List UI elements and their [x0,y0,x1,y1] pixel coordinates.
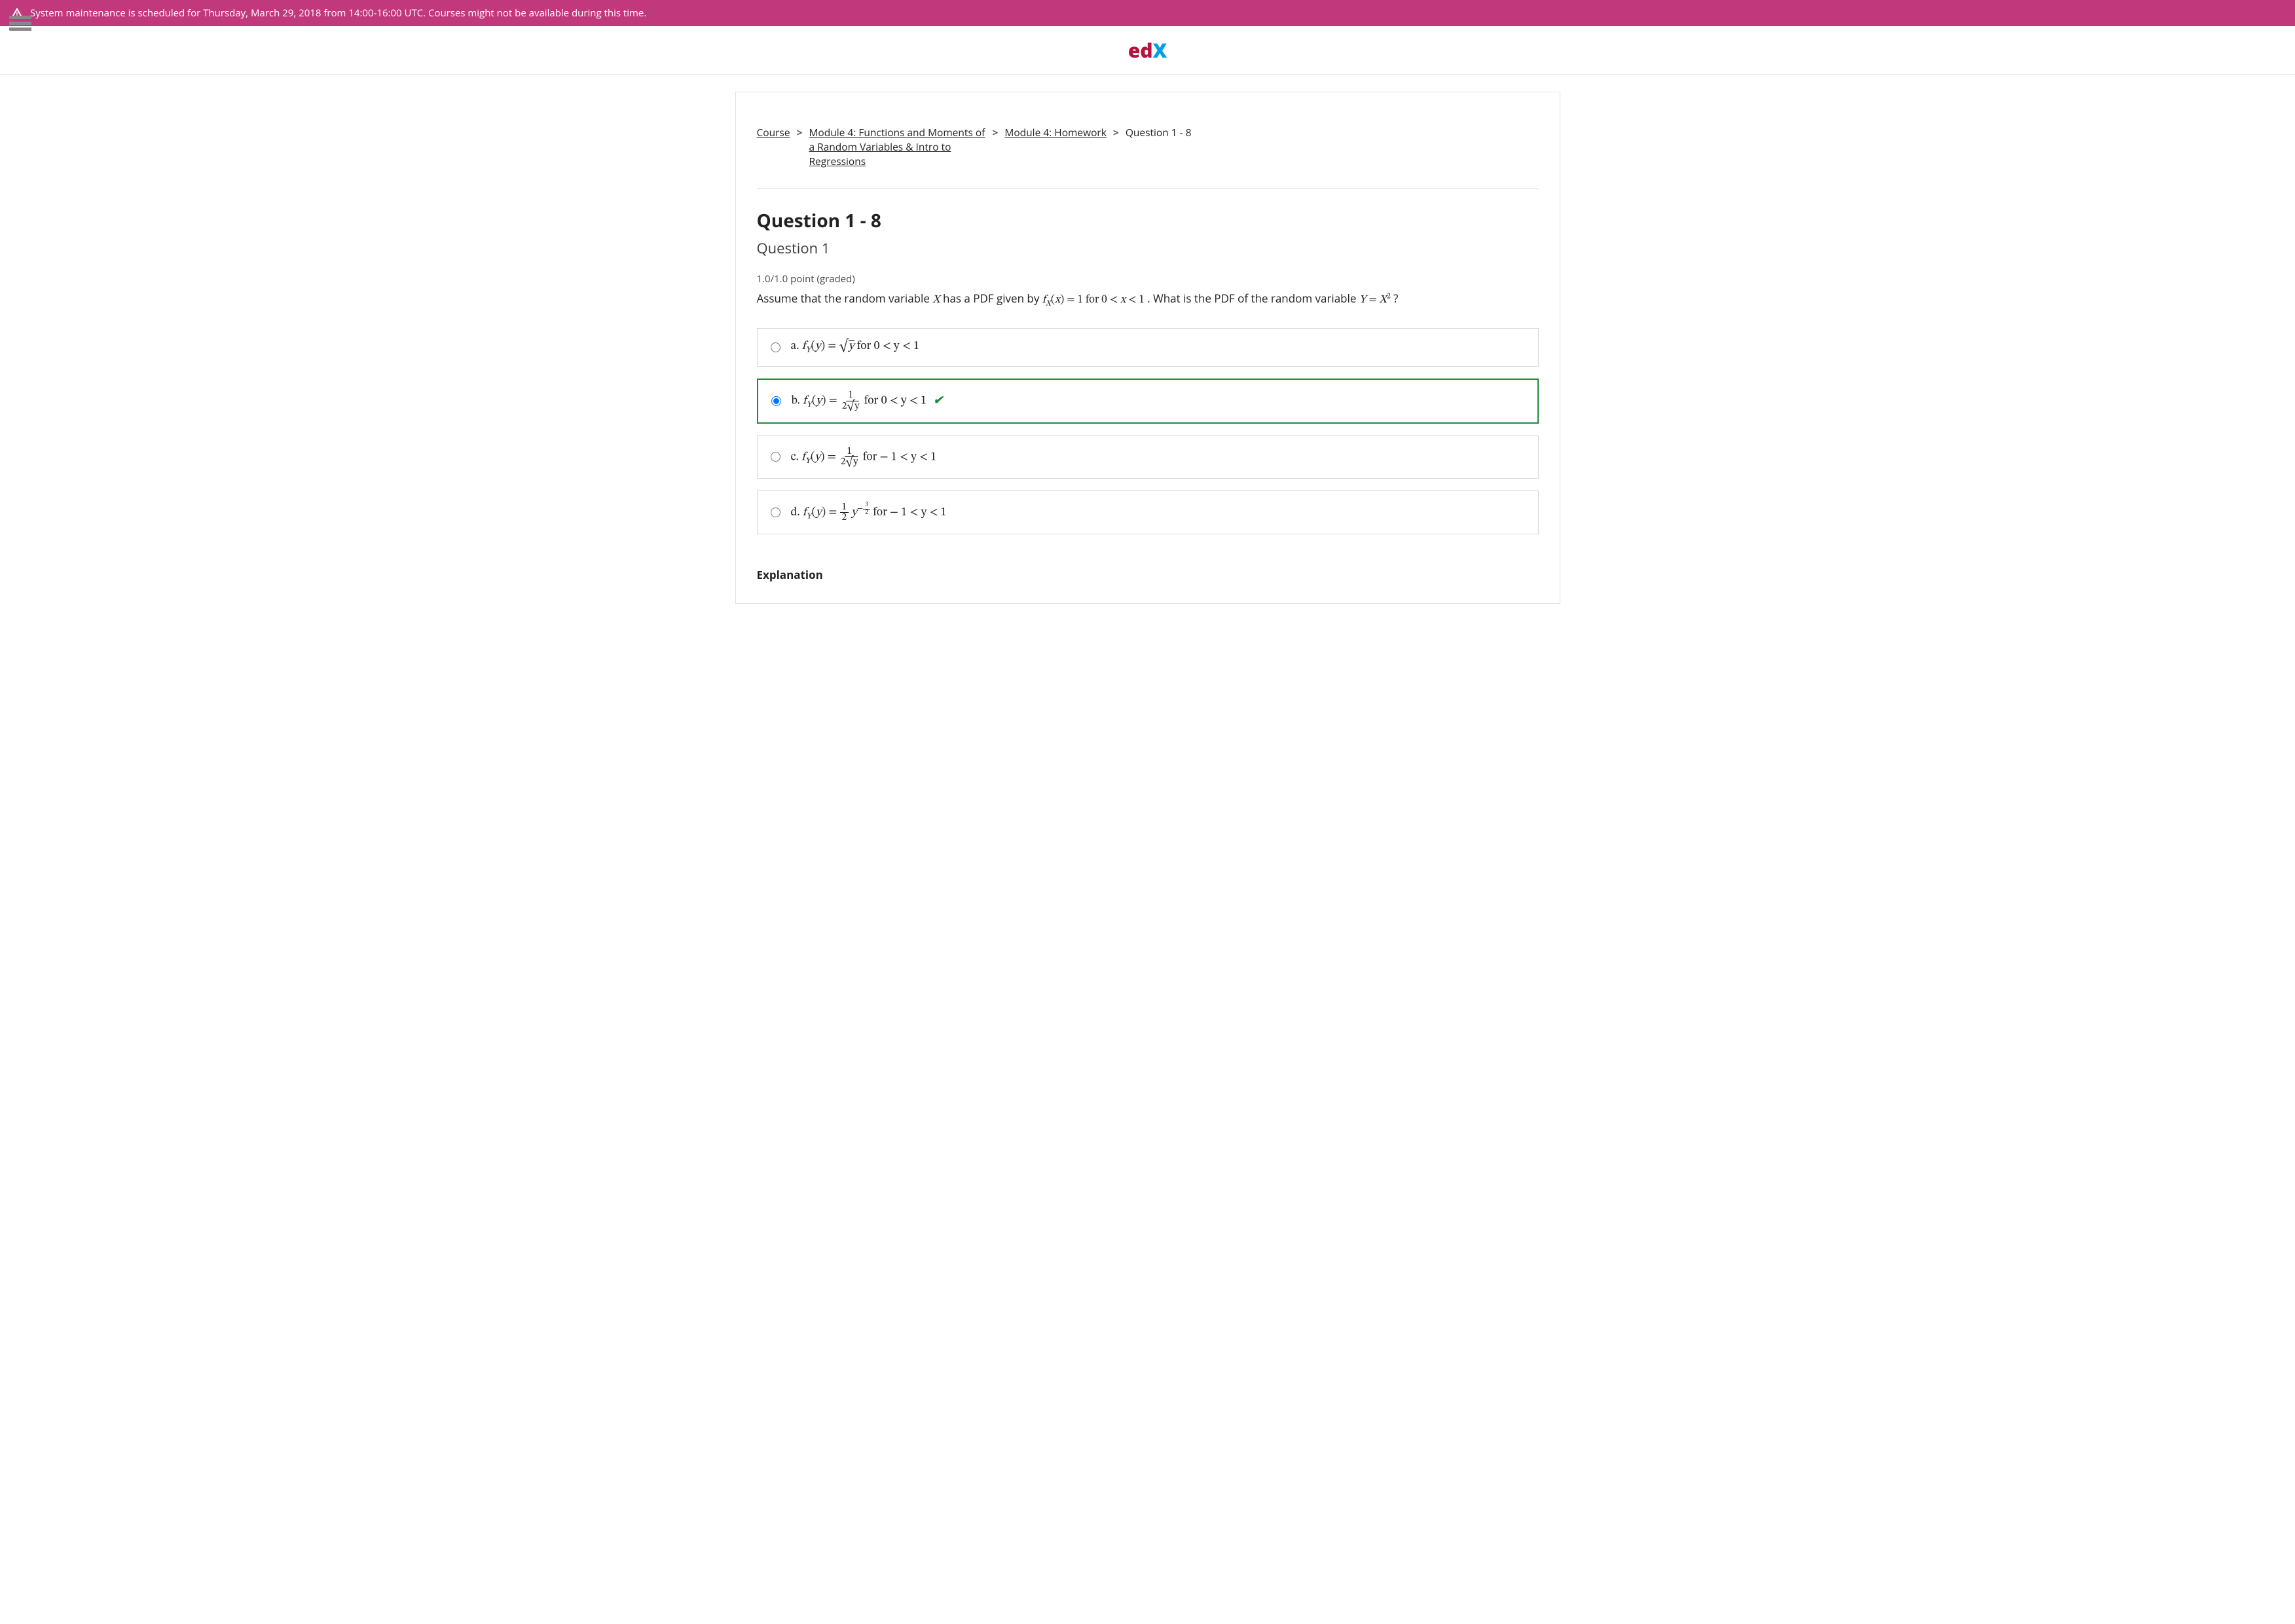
choice-b[interactable]: b. fY(y) = 12√y for 0 < y < 1 ✔ [757,378,1539,424]
choice-a[interactable]: a. fY(y) = √y for 0 < y < 1 [757,328,1539,367]
radio-b[interactable] [771,396,781,406]
radio-d[interactable] [771,507,780,517]
math-var-x: X [932,295,940,306]
question-prompt: Assume that the random variable X has a … [757,289,1539,310]
hamburger-menu-icon[interactable] [9,13,31,33]
choice-a-math: a. fY(y) = √y for 0 < y < 1 [791,339,919,356]
breadcrumb-homework[interactable]: Module 4: Homework [1004,125,1106,139]
math-y-eq-x2: Y = X2 [1359,295,1391,306]
breadcrumb-module[interactable]: Module 4: Functions and Moments of a Ran… [809,125,985,168]
choice-c[interactable]: c. fY(y) = 12√y for − 1 < y < 1 [757,435,1539,479]
choice-d-math: d. fY(y) = 12 y−32 for − 1 < y < 1 [791,502,947,523]
breadcrumb: Course > Module 4: Functions and Moments… [757,125,1539,189]
chevron-right-icon: > [797,125,803,139]
page-title: Question 1 - 8 [757,208,1539,233]
breadcrumb-course[interactable]: Course [757,125,790,139]
chevron-right-icon: > [1113,125,1119,139]
choice-c-math: c. fY(y) = 12√y for − 1 < y < 1 [791,447,937,468]
chevron-right-icon: > [993,125,999,139]
radio-c[interactable] [771,452,780,462]
points-label: 1.0/1.0 point (graded) [757,272,1539,286]
content-panel: Course > Module 4: Functions and Moments… [735,92,1560,604]
check-icon: ✔ [933,396,943,407]
logo-bar: edX [0,26,2295,75]
edx-logo[interactable]: edX [1128,37,1167,64]
breadcrumb-current: Question 1 - 8 [1126,125,1192,139]
banner-text: System maintenance is scheduled for Thur… [30,7,646,20]
explanation-heading: Explanation [757,567,1539,582]
math-pdf-fx: fX(x) = 1 for 0 < x < 1 [1042,295,1145,306]
radio-a[interactable] [771,342,780,352]
choice-b-math: b. fY(y) = 12√y for 0 < y < 1 ✔ [792,390,944,412]
choice-d[interactable]: d. fY(y) = 12 y−32 for − 1 < y < 1 [757,490,1539,534]
question-number: Question 1 [757,238,1539,258]
maintenance-banner: System maintenance is scheduled for Thur… [0,0,2295,26]
